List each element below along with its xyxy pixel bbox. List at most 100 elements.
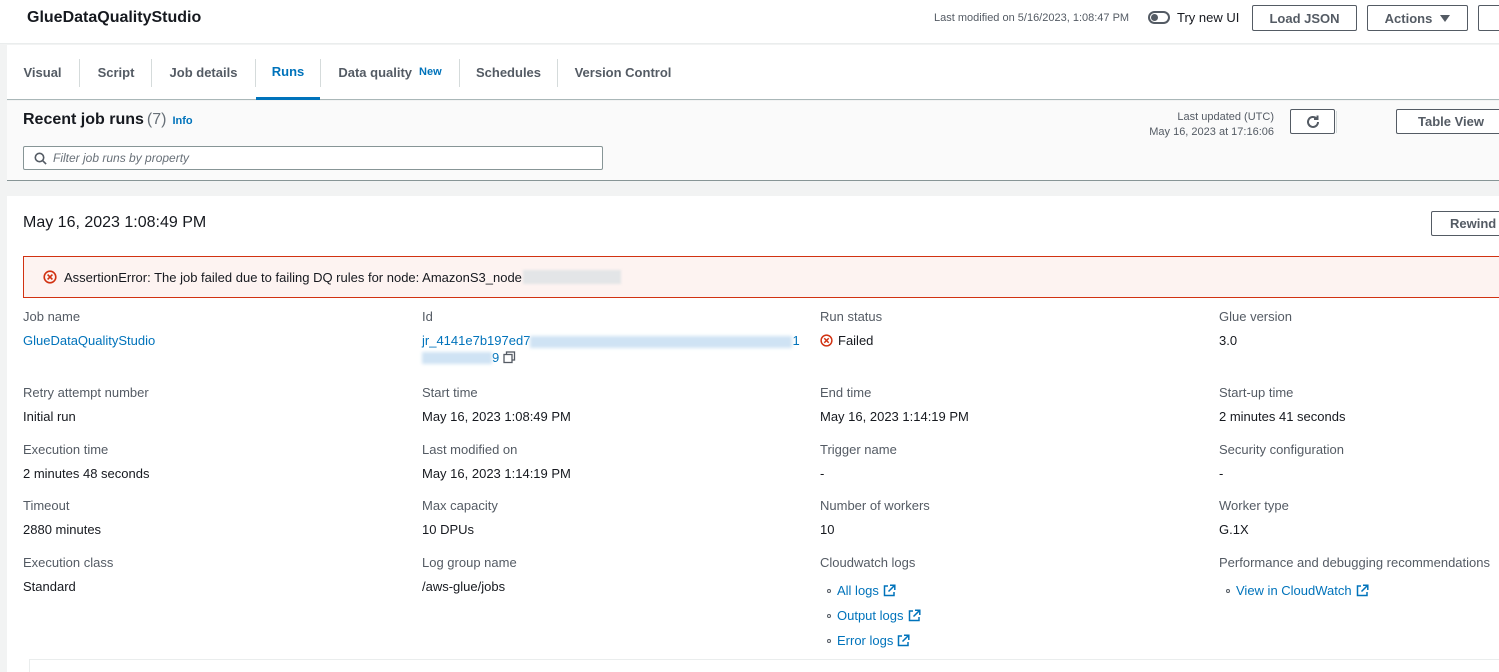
field-security-config: Security configuration -	[1219, 442, 1344, 481]
last-modified-text: Last modified on 5/16/2023, 1:08:47 PM	[934, 12, 1130, 24]
field-label: End time	[820, 385, 872, 400]
tab-schedules[interactable]: Schedules	[460, 45, 557, 99]
field-value: 2 minutes 41 seconds	[1219, 409, 1346, 424]
field-trigger-name: Trigger name -	[820, 442, 897, 481]
external-link-icon	[908, 609, 921, 622]
tab-label: Script	[97, 64, 135, 80]
field-label: Start-up time	[1219, 385, 1294, 400]
more-button[interactable]	[1478, 5, 1499, 31]
field-value: -	[820, 466, 825, 481]
field-label: Cloudwatch logs	[820, 555, 916, 570]
field-value: -	[1219, 466, 1224, 481]
field-value: Standard	[23, 579, 76, 594]
bullet	[827, 613, 831, 618]
recent-runs-panel: Recent job runs (7) Info Last updated (UTC…	[7, 101, 1499, 181]
tab-data-quality[interactable]: Data quality New	[321, 45, 459, 99]
run-detail-panel: May 16, 2023 1:08:49 PM Rewind Assertion…	[7, 196, 1499, 672]
toggle-knob	[1151, 14, 1158, 21]
field-glue-version: Glue version 3.0	[1219, 309, 1292, 348]
field-label: Execution time	[23, 442, 109, 457]
field-label: Last modified on	[422, 442, 518, 457]
error-logs-link[interactable]: Error logs	[820, 628, 921, 653]
info-link[interactable]: Info	[172, 115, 192, 127]
filter-runs-field[interactable]	[23, 146, 603, 170]
link-label: Output logs	[837, 608, 904, 623]
field-value: 2880 minutes	[23, 522, 102, 537]
field-execution-class: Execution class Standard	[23, 555, 113, 594]
table-view-button[interactable]: Table View	[1396, 109, 1499, 134]
output-logs-link[interactable]: Output logs	[820, 603, 921, 628]
tab-label: Data quality	[338, 64, 413, 80]
field-value: 10	[820, 522, 835, 537]
redacted-node-id	[522, 270, 621, 284]
field-end-time: End time May 16, 2023 1:14:19 PM	[820, 385, 969, 424]
bullet	[827, 588, 831, 593]
field-start-time: Start time May 16, 2023 1:08:49 PM	[422, 385, 571, 424]
field-value: 10 DPUs	[422, 522, 475, 537]
run-id-line-2: 9	[422, 350, 800, 365]
tab-label: Schedules	[475, 64, 542, 80]
link-label: View in CloudWatch	[1236, 583, 1352, 598]
try-new-ui-toggle[interactable]	[1148, 11, 1170, 24]
field-label: Security configuration	[1219, 442, 1345, 457]
tab-bar: Visual Script Job details Runs Data qual…	[7, 45, 1499, 100]
field-value: May 16, 2023 1:14:19 PM	[422, 466, 571, 481]
tab-visual[interactable]: Visual	[7, 45, 78, 99]
perf-links: View in CloudWatch	[1219, 578, 1490, 603]
field-value: /aws-glue/jobs	[422, 579, 506, 594]
field-retry: Retry attempt number Initial run	[23, 385, 149, 424]
rewind-button[interactable]: Rewind	[1431, 211, 1499, 236]
field-label: Start time	[422, 385, 478, 400]
error-icon	[820, 334, 833, 347]
field-cloudwatch-logs: Cloudwatch logs All logs Output logs Err…	[820, 555, 921, 653]
tab-job-details[interactable]: Job details	[152, 45, 255, 99]
field-last-modified: Last modified on May 16, 2023 1:14:19 PM	[422, 442, 571, 481]
field-label: Max capacity	[422, 498, 498, 513]
last-updated-label: Last updated (UTC)	[1177, 111, 1274, 123]
try-new-ui-label: Try new UI	[1177, 10, 1240, 25]
run-id-value[interactable]: jr_4141e7b197ed7 1 9	[422, 333, 800, 365]
field-label: Run status	[820, 309, 883, 324]
external-link-icon	[883, 584, 896, 597]
all-logs-link[interactable]: All logs	[820, 578, 921, 603]
field-worker-type: Worker type G.1X	[1219, 498, 1289, 537]
run-id-tail: 9	[492, 350, 500, 365]
refresh-button[interactable]	[1290, 109, 1335, 134]
job-name-link[interactable]: GlueDataQualityStudio	[23, 333, 155, 348]
search-icon	[34, 152, 47, 165]
filter-runs-input[interactable]	[53, 151, 593, 165]
field-label: Number of workers	[820, 498, 930, 513]
copy-icon[interactable]	[503, 351, 516, 364]
field-label: Id	[422, 309, 433, 324]
field-value: May 16, 2023 1:08:49 PM	[422, 409, 571, 424]
tab-runs[interactable]: Runs	[256, 45, 320, 100]
actions-button[interactable]: Actions	[1367, 5, 1468, 31]
run-status-value: Failed	[820, 333, 882, 348]
field-label: Worker type	[1219, 498, 1289, 513]
error-alert: AssertionError: The job failed due to fa…	[23, 256, 1499, 298]
caret-down-icon	[1440, 14, 1451, 22]
load-json-label: Load JSON	[1269, 10, 1340, 26]
field-value: May 16, 2023 1:14:19 PM	[820, 409, 969, 424]
field-label: Timeout	[23, 498, 70, 513]
load-json-button[interactable]: Load JSON	[1252, 5, 1357, 31]
field-value: G.1X	[1219, 522, 1249, 537]
tab-label: Job details	[169, 64, 238, 80]
tab-label: Runs	[271, 63, 305, 79]
tab-script[interactable]: Script	[80, 45, 152, 99]
field-label: Performance and debugging recommendation…	[1219, 555, 1491, 570]
field-label: Job name	[23, 309, 81, 324]
field-startup-time: Start-up time 2 minutes 41 seconds	[1219, 385, 1345, 424]
new-badge: New	[419, 66, 442, 78]
tab-version-control[interactable]: Version Control	[558, 45, 688, 99]
cloudwatch-metrics-card	[29, 659, 1499, 672]
run-id-end: 1	[792, 333, 800, 348]
field-label: Glue version	[1219, 309, 1292, 324]
field-timeout: Timeout 2880 minutes	[23, 498, 101, 537]
table-view-label: Table View	[1418, 114, 1484, 129]
view-in-cloudwatch-link[interactable]: View in CloudWatch	[1219, 578, 1490, 603]
recent-runs-heading: Recent job runs (7) Info	[23, 111, 193, 129]
link-label: Error logs	[837, 633, 894, 648]
run-status-text: Failed	[838, 333, 874, 348]
header-bar: GlueDataQualityStudio Last modified on 5…	[0, 0, 1499, 44]
